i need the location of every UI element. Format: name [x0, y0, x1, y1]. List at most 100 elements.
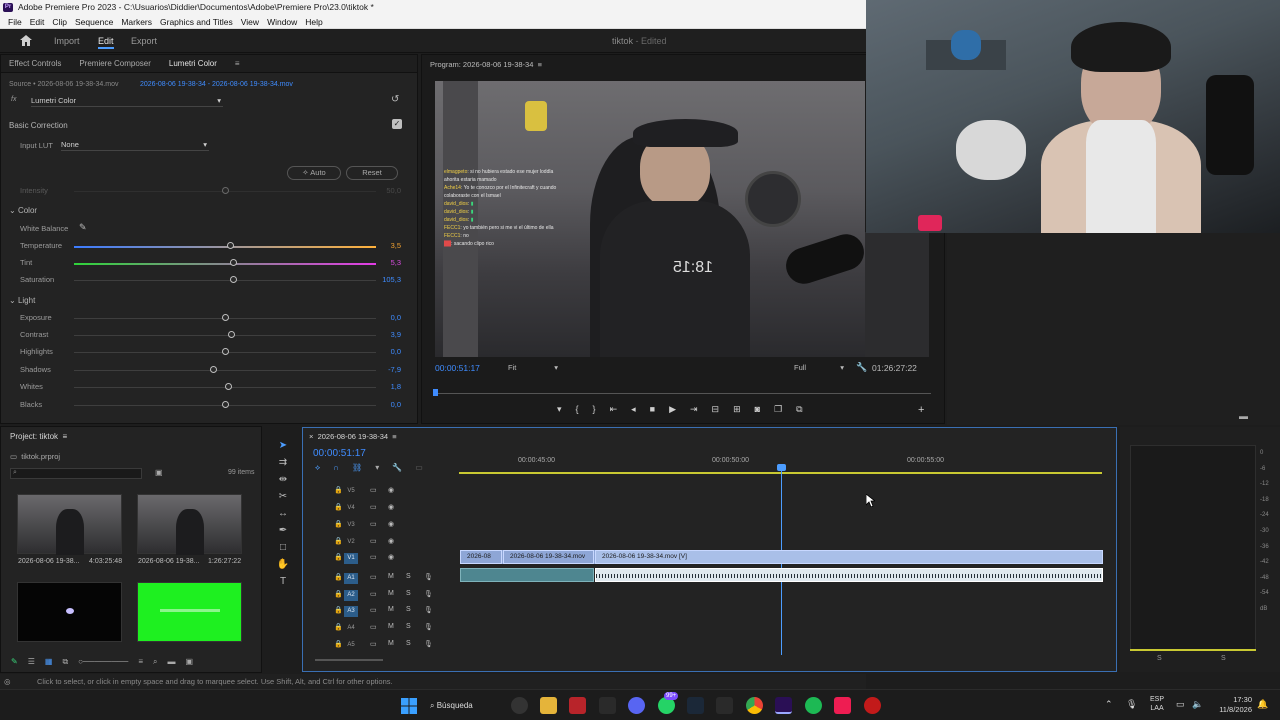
- multicam-icon[interactable]: ⧉: [796, 404, 802, 418]
- go-to-in-icon[interactable]: ⇤: [610, 404, 618, 418]
- home-icon[interactable]: [20, 35, 32, 46]
- app-icon-dark[interactable]: [599, 697, 616, 714]
- opera-icon[interactable]: [864, 697, 881, 714]
- tab-export[interactable]: Export: [131, 29, 157, 53]
- lock-icon[interactable]: 🔒: [334, 623, 343, 631]
- timeline-vscroll[interactable]: [1101, 478, 1107, 653]
- lock-icon[interactable]: 🔒: [334, 553, 343, 561]
- volume-icon[interactable]: 🔈: [1192, 699, 1203, 710]
- selection-tool-icon[interactable]: ➤: [276, 439, 290, 453]
- tiktok-icon[interactable]: [834, 697, 851, 714]
- timeline-settings-icon[interactable]: 🔧: [392, 463, 402, 473]
- sync-icon[interactable]: ▭: [370, 503, 377, 511]
- sync-icon[interactable]: ▭: [370, 520, 377, 528]
- mute-button[interactable]: M: [388, 623, 394, 630]
- obs-icon[interactable]: [511, 697, 528, 714]
- zoom-slider[interactable]: ○────────: [78, 657, 128, 669]
- basic-correction-checkbox[interactable]: ✓: [392, 119, 402, 129]
- project-thumbnail-1[interactable]: [17, 494, 122, 555]
- program-title[interactable]: Program: 2026-08-06 19-38-34 ≡: [430, 60, 542, 69]
- sequence-tab[interactable]: × 2026-08-06 19-38-34 ≡: [309, 432, 397, 441]
- lock-icon[interactable]: 🔒: [334, 503, 343, 511]
- tab-effect-controls[interactable]: Effect Controls: [9, 55, 61, 72]
- extract-icon[interactable]: ⊞: [733, 404, 741, 418]
- menu-view[interactable]: View: [237, 15, 263, 28]
- new-bin-icon[interactable]: ▣: [155, 468, 163, 477]
- lock-icon[interactable]: 🔒: [334, 537, 343, 545]
- color-section-heading[interactable]: ⌄ Color: [9, 206, 37, 215]
- new-item-icon[interactable]: ▣: [186, 657, 194, 669]
- mark-out-icon[interactable]: }: [593, 404, 596, 418]
- clock[interactable]: 17:30 11/8/2026: [1212, 695, 1252, 715]
- go-to-out-icon[interactable]: ⇥: [690, 404, 698, 418]
- new-folder-icon[interactable]: ▬: [168, 657, 176, 669]
- audio-clip-1[interactable]: [460, 568, 594, 582]
- solo-button[interactable]: S: [406, 590, 411, 597]
- tray-chevron-icon[interactable]: ⌃: [1105, 699, 1113, 710]
- add-button-icon[interactable]: +: [918, 404, 924, 416]
- tab-import[interactable]: Import: [54, 29, 80, 53]
- mic-icon[interactable]: 🎙: [424, 623, 433, 631]
- track-select-icon[interactable]: ⇉: [276, 456, 290, 470]
- menu-help[interactable]: Help: [301, 15, 326, 28]
- step-back-icon[interactable]: ◂: [631, 404, 636, 418]
- add-marker-icon[interactable]: ▾: [375, 463, 379, 473]
- mute-button[interactable]: M: [388, 590, 394, 597]
- mic-icon[interactable]: 🎙: [424, 590, 433, 598]
- basic-correction-heading[interactable]: Basic Correction: [9, 121, 68, 130]
- sync-icon[interactable]: ▭: [370, 606, 377, 614]
- menu-sequence[interactable]: Sequence: [71, 15, 117, 28]
- sync-icon[interactable]: ▭: [370, 486, 377, 494]
- highlights-slider[interactable]: Highlights 0,0: [1, 345, 405, 359]
- ripple-edit-icon[interactable]: ⇹: [276, 473, 290, 487]
- slip-tool-icon[interactable]: ↔: [276, 507, 290, 521]
- marker-icon[interactable]: ▾: [557, 404, 562, 418]
- project-search-input[interactable]: ⌕: [10, 468, 142, 479]
- taskbar-search[interactable]: ⌕ Búsqueda: [430, 696, 504, 715]
- discord-icon[interactable]: [628, 697, 645, 714]
- type-tool-icon[interactable]: T: [276, 575, 290, 589]
- eye-icon[interactable]: ◉: [388, 520, 394, 528]
- notification-bell-icon[interactable]: 🔔: [1257, 699, 1268, 710]
- mic-icon[interactable]: 🎙: [424, 573, 433, 581]
- spotify-icon[interactable]: [805, 697, 822, 714]
- rectangle-tool-icon[interactable]: □: [276, 541, 290, 555]
- contrast-slider[interactable]: Contrast 3,9: [1, 328, 405, 342]
- pencil-icon[interactable]: ✎: [11, 657, 18, 669]
- play-icon[interactable]: ▶: [669, 404, 676, 418]
- reset-button[interactable]: Reset: [346, 166, 398, 180]
- saturation-slider[interactable]: Saturation 105,3: [1, 273, 405, 287]
- fit-dropdown[interactable]: Fit ▾: [508, 363, 560, 373]
- light-section-heading[interactable]: ⌄ Light: [9, 296, 35, 305]
- track-zoom-slider[interactable]: [315, 659, 383, 661]
- premiere-taskbar-icon[interactable]: [775, 697, 792, 714]
- project-thumbnail-3[interactable]: [17, 582, 122, 642]
- stop-icon[interactable]: ■: [650, 404, 655, 418]
- mic-icon[interactable]: 🎙: [424, 606, 433, 614]
- lock-icon[interactable]: 🔒: [334, 606, 343, 614]
- mark-in-icon[interactable]: {: [576, 404, 579, 418]
- hand-tool-icon[interactable]: ✋: [276, 558, 290, 572]
- lift-icon[interactable]: ⊟: [712, 404, 720, 418]
- eye-icon[interactable]: ◉: [388, 553, 394, 561]
- language-indicator[interactable]: ESP LAA: [1150, 695, 1164, 713]
- lock-icon[interactable]: 🔒: [334, 640, 343, 648]
- program-scrubber[interactable]: [435, 393, 931, 394]
- blacks-slider[interactable]: Blacks 0,0: [1, 398, 405, 412]
- wrench-icon[interactable]: 🔧: [856, 362, 867, 373]
- captions-icon[interactable]: ▭: [415, 463, 423, 473]
- list-view-icon[interactable]: ☰: [28, 657, 35, 669]
- tab-lumetri-color[interactable]: Lumetri Color: [169, 55, 217, 72]
- project-panel-title[interactable]: Project: tiktok ≡: [10, 432, 67, 441]
- lock-icon[interactable]: 🔒: [334, 573, 343, 581]
- windows-start-icon[interactable]: [401, 698, 417, 714]
- eye-icon[interactable]: ◉: [388, 486, 394, 494]
- meter-solo-right[interactable]: S: [1221, 655, 1226, 662]
- sync-icon[interactable]: ▭: [370, 553, 377, 561]
- menu-window[interactable]: Window: [263, 15, 301, 28]
- audio-clip-2[interactable]: [595, 568, 1103, 582]
- sync-icon[interactable]: ▭: [370, 640, 377, 648]
- icon-view-icon[interactable]: ▦: [45, 657, 53, 669]
- effect-selector[interactable]: Lumetri Color ▾: [31, 96, 223, 107]
- eyedropper-icon[interactable]: ✎: [79, 222, 87, 233]
